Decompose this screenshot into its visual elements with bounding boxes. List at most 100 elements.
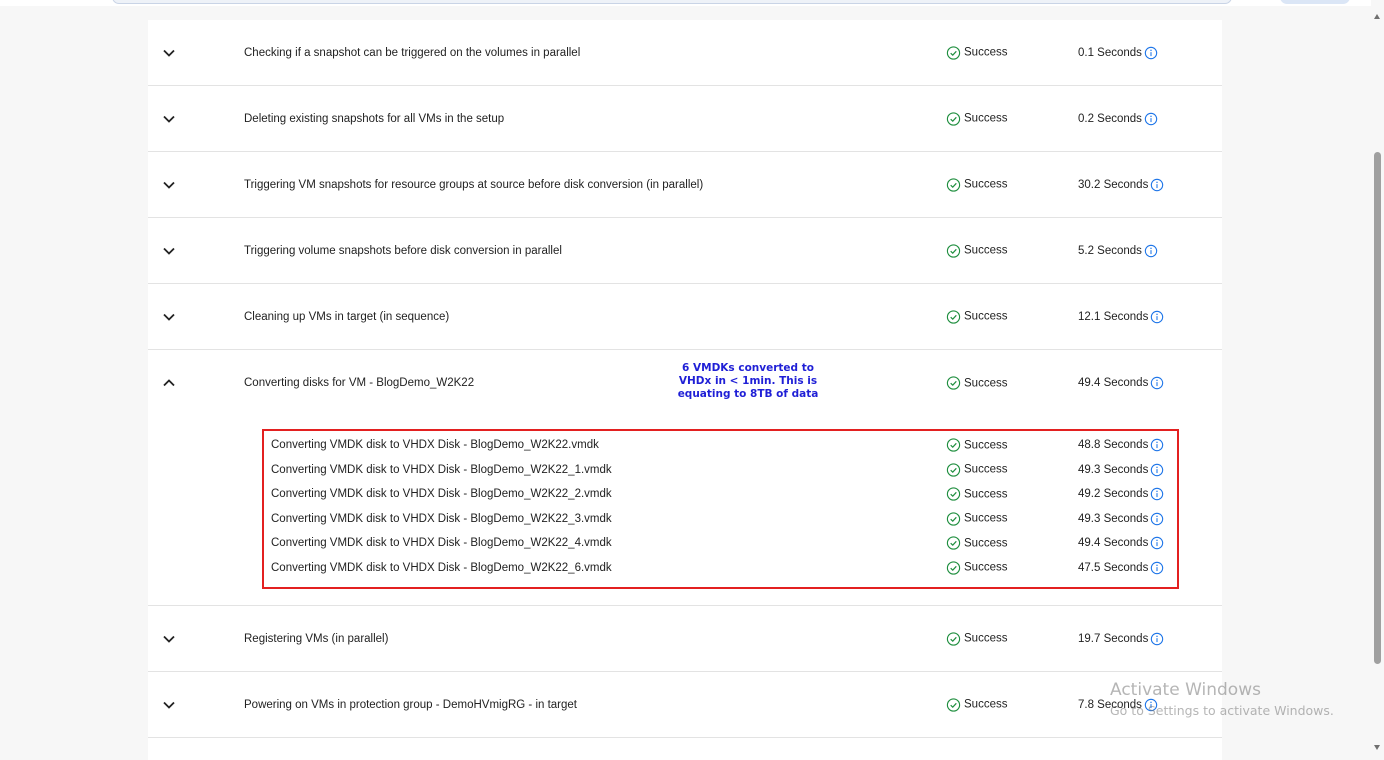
chevron-down-icon[interactable]	[161, 631, 177, 647]
info-icon[interactable]	[1150, 512, 1164, 526]
chevron-down-icon[interactable]	[161, 243, 177, 259]
status-text: Success	[964, 488, 1008, 500]
info-icon[interactable]	[1150, 178, 1164, 192]
chevron-down-icon[interactable]	[161, 309, 177, 325]
status-text: Success	[964, 46, 1008, 59]
duration: 5.2 Seconds	[1078, 244, 1158, 258]
status-badge: Success	[946, 560, 1007, 575]
status-badge: Success	[946, 511, 1007, 526]
info-icon[interactable]	[1144, 112, 1158, 126]
chevron-down-icon[interactable]	[161, 45, 177, 61]
status-text: Success	[964, 377, 1008, 389]
duration: 30.2 Seconds	[1078, 178, 1164, 192]
status-text: Success	[964, 698, 1008, 711]
info-icon[interactable]	[1144, 46, 1158, 60]
step-label: Cleaning up VMs in target (in sequence)	[244, 310, 450, 323]
duration-text: 49.4 Seconds	[1078, 537, 1149, 549]
step-label: Deleting existing snapshots for all VMs …	[244, 112, 505, 125]
info-icon[interactable]	[1150, 376, 1164, 390]
status-badge: Success	[946, 462, 1007, 477]
chevron-down-icon[interactable]	[161, 177, 177, 193]
status-badge: Success	[946, 631, 1007, 646]
duration: 47.5 Seconds	[1078, 561, 1164, 575]
scroll-up-arrow-icon[interactable]	[1374, 14, 1380, 19]
status-badge: Success	[946, 438, 1007, 453]
step-row[interactable]: Cleaning up VMs in target (in sequence) …	[148, 284, 1222, 350]
duration: 49.3 Seconds	[1078, 463, 1164, 477]
duration-text: 49.4 Seconds	[1078, 377, 1149, 389]
toolbar-button[interactable]	[1280, 0, 1350, 4]
annotation-line: equating to 8TB of data	[677, 388, 819, 400]
status-badge: Success	[946, 309, 1007, 324]
status-badge: Success	[946, 177, 1007, 192]
step-row[interactable]: Checking if a snapshot can be triggered …	[148, 20, 1222, 86]
substep-row: Converting VMDK disk to VHDX Disk - Blog…	[264, 507, 1177, 531]
info-icon[interactable]	[1150, 536, 1164, 550]
chevron-down-icon[interactable]	[161, 111, 177, 127]
step-row[interactable]: Registering VMs (in parallel) Success 19…	[148, 606, 1222, 672]
success-check-icon	[946, 697, 961, 712]
substep-row: Converting VMDK disk to VHDX Disk - Blog…	[264, 556, 1177, 580]
step-label: Registering VMs (in parallel)	[244, 632, 389, 645]
duration: 49.4 Seconds	[1078, 376, 1164, 390]
status-text: Success	[964, 463, 1008, 476]
success-check-icon	[946, 309, 961, 324]
duration-text: 19.7 Seconds	[1078, 632, 1149, 645]
duration-text: 0.2 Seconds	[1078, 112, 1142, 125]
duration-text: 49.3 Seconds	[1078, 512, 1149, 525]
info-icon[interactable]	[1144, 244, 1158, 258]
substep-label: Converting VMDK disk to VHDX Disk - Blog…	[271, 439, 599, 451]
duration: 19.7 Seconds	[1078, 632, 1164, 646]
step-label: Checking if a snapshot can be triggered …	[244, 46, 581, 59]
duration-text: 7.8 Seconds	[1078, 698, 1142, 711]
duration: 48.8 Seconds	[1078, 438, 1164, 452]
vertical-scrollbar[interactable]	[1371, 0, 1384, 760]
success-check-icon	[946, 243, 961, 258]
duration-text: 30.2 Seconds	[1078, 178, 1149, 191]
substep-row: Converting VMDK disk to VHDX Disk - Blog…	[264, 531, 1177, 555]
status-text: Success	[964, 310, 1008, 323]
info-icon[interactable]	[1150, 561, 1164, 575]
scrollbar-thumb[interactable]	[1374, 152, 1381, 664]
info-icon[interactable]	[1144, 698, 1158, 712]
success-check-icon	[946, 376, 961, 390]
substeps-highlight-box: Converting VMDK disk to VHDX Disk - Blog…	[262, 429, 1179, 589]
step-row[interactable]: Triggering volume snapshots before disk …	[148, 218, 1222, 284]
success-check-icon	[946, 631, 961, 646]
duration: 12.1 Seconds	[1078, 310, 1164, 324]
success-check-icon	[946, 487, 961, 501]
status-text: Success	[964, 512, 1008, 525]
duration: 49.4 Seconds	[1078, 536, 1164, 550]
substep-label: Converting VMDK disk to VHDX Disk - Blog…	[271, 537, 612, 549]
chevron-down-icon[interactable]	[161, 697, 177, 713]
step-row[interactable]: Triggering VM snapshots for resource gro…	[148, 152, 1222, 218]
duration-text: 49.3 Seconds	[1078, 463, 1149, 476]
status-text: Success	[964, 632, 1008, 645]
info-icon[interactable]	[1150, 463, 1164, 477]
success-check-icon	[946, 45, 961, 60]
info-icon[interactable]	[1150, 310, 1164, 324]
info-icon[interactable]	[1150, 487, 1164, 501]
job-steps-panel: Checking if a snapshot can be triggered …	[148, 20, 1222, 760]
status-text: Success	[964, 178, 1008, 191]
success-check-icon	[946, 438, 961, 452]
success-check-icon	[946, 462, 961, 477]
duration: 49.2 Seconds	[1078, 487, 1164, 501]
duration: 49.3 Seconds	[1078, 512, 1164, 526]
info-icon[interactable]	[1150, 438, 1164, 452]
scroll-down-arrow-icon[interactable]	[1374, 745, 1380, 750]
chevron-up-icon[interactable]	[161, 375, 177, 391]
step-label: Triggering volume snapshots before disk …	[244, 244, 562, 257]
substep-row: Converting VMDK disk to VHDX Disk - Blog…	[264, 433, 1177, 457]
substep-row: Converting VMDK disk to VHDX Disk - Blog…	[264, 458, 1177, 482]
browser-top-bar	[0, 0, 1384, 6]
status-badge: Success	[946, 697, 1007, 712]
step-row[interactable]: Powering on VMs in protection group - De…	[148, 672, 1222, 738]
info-icon[interactable]	[1150, 632, 1164, 646]
address-bar[interactable]	[112, 0, 1232, 4]
status-badge: Success	[946, 45, 1007, 60]
status-badge: Success	[946, 536, 1007, 551]
substep-label: Converting VMDK disk to VHDX Disk - Blog…	[271, 463, 612, 476]
success-check-icon	[946, 177, 961, 192]
step-row[interactable]: Deleting existing snapshots for all VMs …	[148, 86, 1222, 152]
